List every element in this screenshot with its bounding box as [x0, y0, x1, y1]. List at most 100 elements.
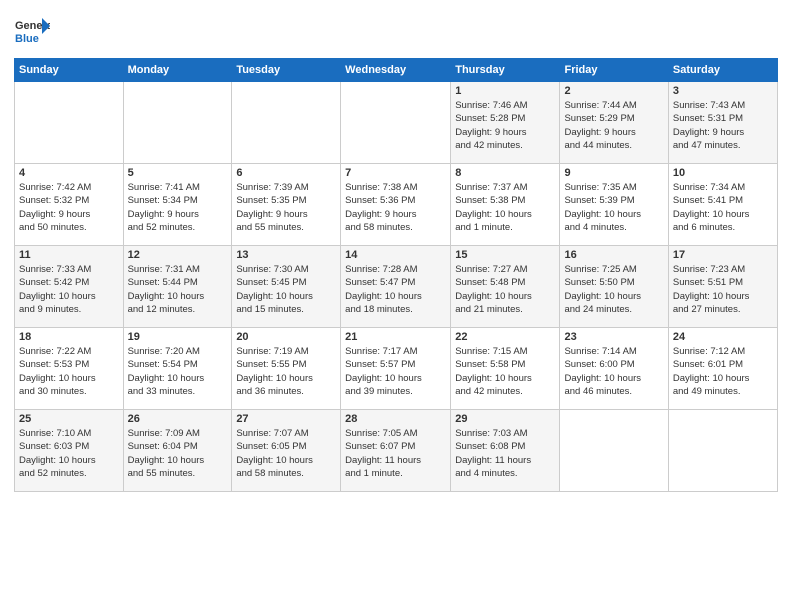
day-info: Sunrise: 7:34 AMSunset: 5:41 PMDaylight:… — [673, 181, 773, 234]
day-info: Sunrise: 7:31 AMSunset: 5:44 PMDaylight:… — [128, 263, 228, 316]
day-info: Sunrise: 7:12 AMSunset: 6:01 PMDaylight:… — [673, 345, 773, 398]
calendar-cell: 14 Sunrise: 7:28 AMSunset: 5:47 PMDayligh… — [341, 246, 451, 328]
calendar-cell — [341, 82, 451, 164]
day-number: 22 — [455, 331, 555, 343]
calendar-cell: 1 Sunrise: 7:46 AMSunset: 5:28 PMDaylight… — [451, 82, 560, 164]
day-number: 11 — [19, 249, 119, 261]
day-number: 16 — [564, 249, 663, 261]
day-number: 5 — [128, 167, 228, 179]
calendar-cell — [15, 82, 124, 164]
day-info: Sunrise: 7:20 AMSunset: 5:54 PMDaylight:… — [128, 345, 228, 398]
day-info: Sunrise: 7:17 AMSunset: 5:57 PMDaylight:… — [345, 345, 446, 398]
day-info: Sunrise: 7:41 AMSunset: 5:34 PMDaylight:… — [128, 181, 228, 234]
day-number: 19 — [128, 331, 228, 343]
calendar-cell: 28 Sunrise: 7:05 AMSunset: 6:07 PMDayligh… — [341, 410, 451, 492]
calendar: SundayMondayTuesdayWednesdayThursdayFrid… — [14, 58, 778, 492]
calendar-cell: 29 Sunrise: 7:03 AMSunset: 6:08 PMDayligh… — [451, 410, 560, 492]
calendar-header: SundayMondayTuesdayWednesdayThursdayFrid… — [15, 59, 778, 82]
calendar-cell: 18 Sunrise: 7:22 AMSunset: 5:53 PMDayligh… — [15, 328, 124, 410]
calendar-cell: 8Sunrise: 7:37 AMSunset: 5:38 PMDaylight… — [451, 164, 560, 246]
calendar-cell: 12 Sunrise: 7:31 AMSunset: 5:44 PMDayligh… — [123, 246, 232, 328]
day-number: 24 — [673, 331, 773, 343]
calendar-cell: 24 Sunrise: 7:12 AMSunset: 6:01 PMDayligh… — [668, 328, 777, 410]
calendar-cell: 22 Sunrise: 7:15 AMSunset: 5:58 PMDayligh… — [451, 328, 560, 410]
day-info: Sunrise: 7:27 AMSunset: 5:48 PMDaylight:… — [455, 263, 555, 316]
weekday-wednesday: Wednesday — [341, 59, 451, 82]
day-number: 10 — [673, 167, 773, 179]
day-number: 9 — [564, 167, 663, 179]
week-row: 25 Sunrise: 7:10 AMSunset: 6:03 PMDayligh… — [15, 410, 778, 492]
header: General Blue — [14, 10, 778, 50]
logo-svg: General Blue — [14, 14, 50, 50]
day-info: Sunrise: 7:42 AMSunset: 5:32 PMDaylight:… — [19, 181, 119, 234]
calendar-cell — [232, 82, 341, 164]
day-info: Sunrise: 7:07 AMSunset: 6:05 PMDaylight:… — [236, 427, 336, 480]
day-info: Sunrise: 7:43 AMSunset: 5:31 PMDaylight:… — [673, 99, 773, 152]
calendar-cell: 10 Sunrise: 7:34 AMSunset: 5:41 PMDayligh… — [668, 164, 777, 246]
day-info: Sunrise: 7:30 AMSunset: 5:45 PMDaylight:… — [236, 263, 336, 316]
day-number: 21 — [345, 331, 446, 343]
week-row: 18 Sunrise: 7:22 AMSunset: 5:53 PMDayligh… — [15, 328, 778, 410]
day-number: 17 — [673, 249, 773, 261]
day-number: 28 — [345, 413, 446, 425]
day-number: 13 — [236, 249, 336, 261]
calendar-cell: 7Sunrise: 7:38 AMSunset: 5:36 PMDaylight… — [341, 164, 451, 246]
day-number: 18 — [19, 331, 119, 343]
day-number: 14 — [345, 249, 446, 261]
weekday-friday: Friday — [560, 59, 668, 82]
weekday-monday: Monday — [123, 59, 232, 82]
day-info: Sunrise: 7:05 AMSunset: 6:07 PMDaylight:… — [345, 427, 446, 480]
day-info: Sunrise: 7:44 AMSunset: 5:29 PMDaylight:… — [564, 99, 663, 152]
day-number: 20 — [236, 331, 336, 343]
svg-text:Blue: Blue — [15, 33, 39, 45]
calendar-cell: 9Sunrise: 7:35 AMSunset: 5:39 PMDaylight… — [560, 164, 668, 246]
day-number: 25 — [19, 413, 119, 425]
page: General Blue SundayMondayTuesdayWednesda… — [0, 0, 792, 612]
weekday-thursday: Thursday — [451, 59, 560, 82]
logo: General Blue — [14, 14, 50, 50]
day-number: 3 — [673, 85, 773, 97]
calendar-cell: 17 Sunrise: 7:23 AMSunset: 5:51 PMDayligh… — [668, 246, 777, 328]
calendar-cell: 20 Sunrise: 7:19 AMSunset: 5:55 PMDayligh… — [232, 328, 341, 410]
calendar-cell — [668, 410, 777, 492]
day-info: Sunrise: 7:09 AMSunset: 6:04 PMDaylight:… — [128, 427, 228, 480]
day-info: Sunrise: 7:03 AMSunset: 6:08 PMDaylight:… — [455, 427, 555, 480]
day-number: 8 — [455, 167, 555, 179]
day-number: 6 — [236, 167, 336, 179]
day-number: 26 — [128, 413, 228, 425]
day-info: Sunrise: 7:25 AMSunset: 5:50 PMDaylight:… — [564, 263, 663, 316]
day-info: Sunrise: 7:28 AMSunset: 5:47 PMDaylight:… — [345, 263, 446, 316]
day-number: 29 — [455, 413, 555, 425]
day-info: Sunrise: 7:15 AMSunset: 5:58 PMDaylight:… — [455, 345, 555, 398]
day-number: 12 — [128, 249, 228, 261]
day-number: 1 — [455, 85, 555, 97]
day-info: Sunrise: 7:10 AMSunset: 6:03 PMDaylight:… — [19, 427, 119, 480]
calendar-cell: 13 Sunrise: 7:30 AMSunset: 5:45 PMDayligh… — [232, 246, 341, 328]
day-info: Sunrise: 7:23 AMSunset: 5:51 PMDaylight:… — [673, 263, 773, 316]
calendar-cell: 25 Sunrise: 7:10 AMSunset: 6:03 PMDayligh… — [15, 410, 124, 492]
calendar-cell: 23 Sunrise: 7:14 AMSunset: 6:00 PMDayligh… — [560, 328, 668, 410]
calendar-cell: 11 Sunrise: 7:33 AMSunset: 5:42 PMDayligh… — [15, 246, 124, 328]
day-info: Sunrise: 7:39 AMSunset: 5:35 PMDaylight:… — [236, 181, 336, 234]
day-info: Sunrise: 7:22 AMSunset: 5:53 PMDaylight:… — [19, 345, 119, 398]
day-number: 7 — [345, 167, 446, 179]
calendar-cell: 6 Sunrise: 7:39 AMSunset: 5:35 PMDaylight… — [232, 164, 341, 246]
calendar-cell: 5 Sunrise: 7:41 AMSunset: 5:34 PMDaylight… — [123, 164, 232, 246]
calendar-cell: 19 Sunrise: 7:20 AMSunset: 5:54 PMDayligh… — [123, 328, 232, 410]
calendar-cell: 3 Sunrise: 7:43 AMSunset: 5:31 PMDaylight… — [668, 82, 777, 164]
calendar-cell — [123, 82, 232, 164]
calendar-cell: 4 Sunrise: 7:42 AMSunset: 5:32 PMDaylight… — [15, 164, 124, 246]
day-info: Sunrise: 7:33 AMSunset: 5:42 PMDaylight:… — [19, 263, 119, 316]
weekday-saturday: Saturday — [668, 59, 777, 82]
day-info: Sunrise: 7:46 AMSunset: 5:28 PMDaylight:… — [455, 99, 555, 152]
day-number: 23 — [564, 331, 663, 343]
calendar-cell: 2Sunrise: 7:44 AMSunset: 5:29 PMDaylight… — [560, 82, 668, 164]
day-info: Sunrise: 7:19 AMSunset: 5:55 PMDaylight:… — [236, 345, 336, 398]
weekday-sunday: Sunday — [15, 59, 124, 82]
day-number: 27 — [236, 413, 336, 425]
day-info: Sunrise: 7:14 AMSunset: 6:00 PMDaylight:… — [564, 345, 663, 398]
week-row: 1 Sunrise: 7:46 AMSunset: 5:28 PMDaylight… — [15, 82, 778, 164]
calendar-cell: 16 Sunrise: 7:25 AMSunset: 5:50 PMDayligh… — [560, 246, 668, 328]
calendar-cell: 15Sunrise: 7:27 AMSunset: 5:48 PMDayligh… — [451, 246, 560, 328]
day-number: 4 — [19, 167, 119, 179]
